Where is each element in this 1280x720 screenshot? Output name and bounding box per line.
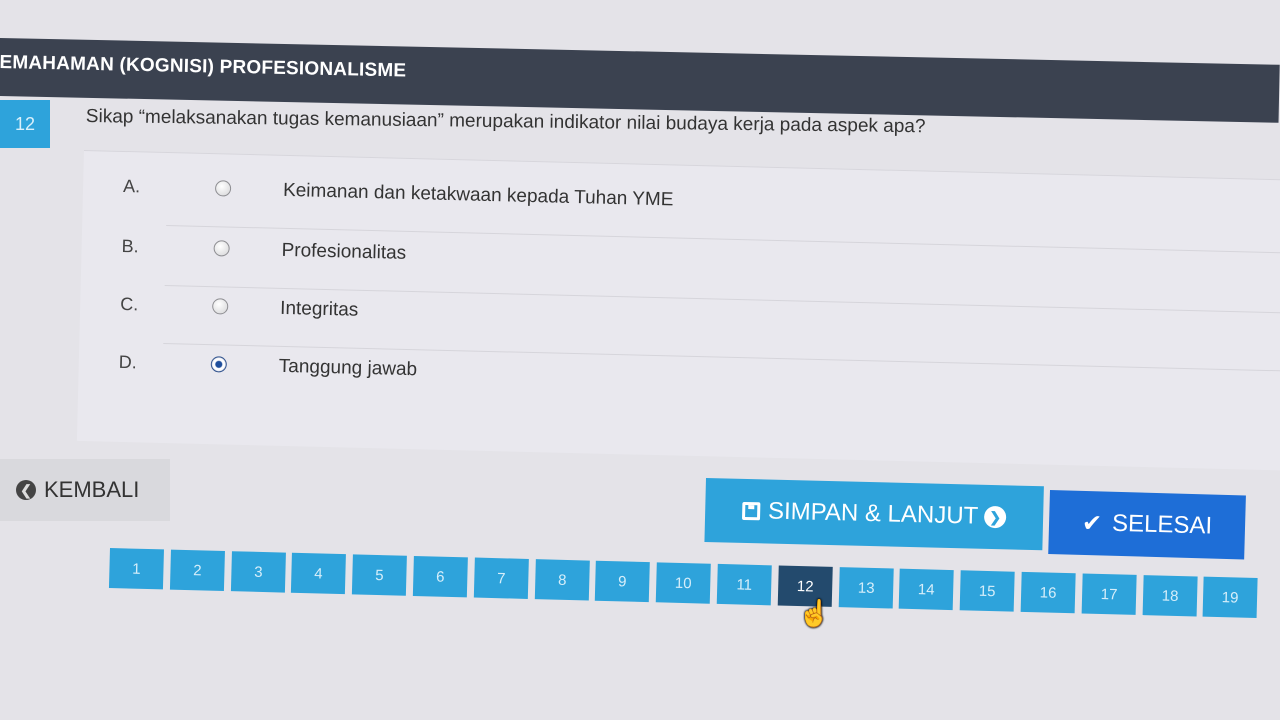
question-number-badge: 12 [0,100,50,148]
page-button-16[interactable]: 16 [1020,571,1076,614]
option-letter: D. [118,351,138,373]
option-letter: A. [122,175,141,197]
floppy-disk-icon [741,501,761,521]
page-button-7[interactable]: 7 [473,557,529,599]
option-letter: C. [120,293,139,315]
page-button-2[interactable]: 2 [169,549,225,591]
page-button-19[interactable]: 19 [1202,576,1258,619]
back-button-label: KEMBALI [44,477,140,502]
arrow-right-circle-icon: ❯ [983,505,1007,529]
finish-button[interactable]: ✔ SELESAI [1048,490,1246,560]
radio-button-d-selected[interactable] [210,356,227,373]
page-button-13[interactable]: 13 [838,567,894,609]
radio-button-b[interactable] [213,240,230,257]
page-button-6[interactable]: 6 [412,555,468,598]
option-text: Profesionalitas [281,239,407,264]
page-button-3[interactable]: 3 [230,551,286,593]
page-button-4[interactable]: 4 [290,552,346,595]
hand-pointer-icon: ☝ [798,598,831,628]
page-button-18[interactable]: 18 [1142,575,1198,617]
arrow-left-circle-icon: ❮ [16,480,36,500]
checkmark-icon: ✔ [1081,509,1103,537]
page-button-8[interactable]: 8 [534,559,590,601]
option-text: Tanggung jawab [278,355,418,381]
page-button-17[interactable]: 17 [1081,573,1137,615]
radio-button-c[interactable] [212,298,229,315]
option-text: Integritas [279,297,359,321]
section-title: EMAHAMAN (KOGNISI) PROFESIONALISME [0,51,407,82]
options-panel: A. Keimanan dan ketakwaan kepada Tuhan Y… [76,150,1280,471]
back-button[interactable]: ❮ KEMBALI [0,459,170,521]
page-button-9[interactable]: 9 [594,560,650,603]
page-button-10[interactable]: 10 [655,562,711,604]
page-button-11[interactable]: 11 [716,563,772,606]
page-button-1[interactable]: 1 [108,548,164,590]
page-button-5[interactable]: 5 [351,554,407,596]
question-pagination: 1 2 3 4 5 6 7 8 9 10 11 12 13 14 15 16 17 18 19 [108,548,1280,639]
option-text: Keimanan dan ketakwaan kepada Tuhan YME [282,179,674,211]
option-letter: B. [121,235,139,257]
option-d[interactable]: D. Tanggung jawab [118,352,1280,414]
page-button-14[interactable]: 14 [898,568,954,611]
save-next-button[interactable]: SIMPAN & LANJUT ❯ [704,478,1044,551]
finish-label: SELESAI [1111,509,1213,540]
radio-button-a[interactable] [214,180,232,197]
save-next-label: SIMPAN & LANJUT [767,497,979,530]
page-button-15[interactable]: 15 [959,570,1015,612]
